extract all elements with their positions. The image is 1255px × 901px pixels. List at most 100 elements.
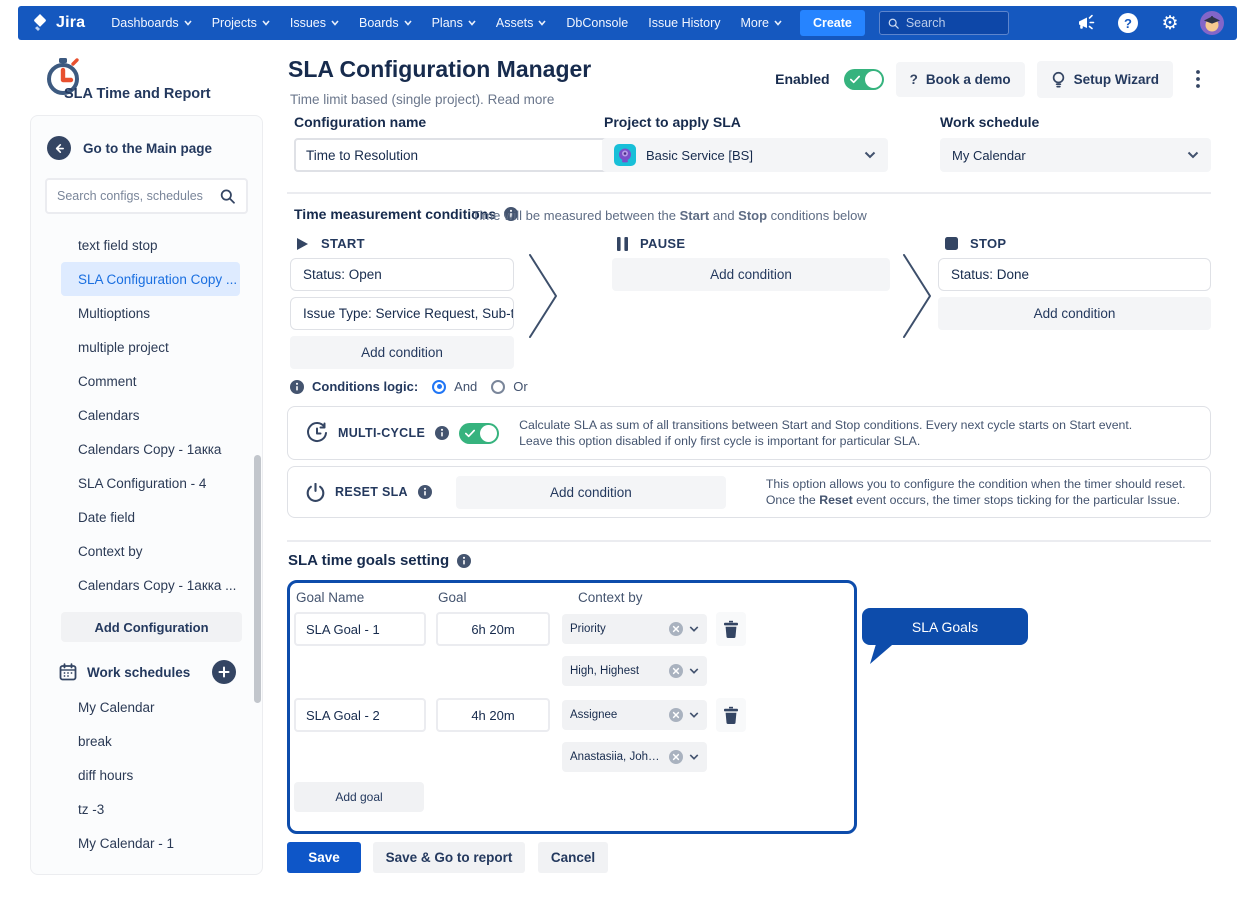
stop-condition-chip[interactable]: Status: Done [938, 258, 1211, 291]
help-button[interactable]: ? [1115, 10, 1141, 36]
enabled-toggle[interactable] [844, 69, 884, 90]
add-schedule-button[interactable] [212, 660, 236, 684]
reset-add-condition-button[interactable]: Add condition [456, 476, 726, 509]
logic-or-radio[interactable] [491, 380, 505, 394]
add-configuration-button[interactable]: Add Configuration [61, 612, 242, 642]
nav-item-issue-history[interactable]: Issue History [640, 6, 728, 40]
pause-icon [617, 237, 628, 251]
multi-cycle-description: Calculate SLA as sum of all transitions … [519, 417, 1132, 449]
sidebar-config-item[interactable]: Multioptions [31, 296, 262, 330]
sidebar-config-item[interactable]: Calendars Copy - 1акка [31, 432, 262, 466]
sidebar-schedule-item[interactable]: tz -3 [31, 792, 262, 826]
settings-button[interactable]: ⚙ [1157, 10, 1183, 36]
goal-name-input[interactable] [294, 612, 426, 646]
chevron-down-icon [689, 711, 699, 719]
context-value-select[interactable]: High, Highest [562, 656, 707, 686]
info-icon[interactable] [418, 485, 432, 499]
sidebar-scrollbar[interactable] [254, 455, 261, 703]
project-select[interactable]: Basic Service [BS] [602, 138, 888, 172]
info-icon[interactable] [435, 426, 449, 440]
brand-name: Jira [56, 14, 85, 32]
save-go-report-button[interactable]: Save & Go to report [373, 842, 525, 873]
goal-value-input[interactable] [436, 698, 550, 732]
start-add-condition-button[interactable]: Add condition [290, 336, 514, 369]
page-subtitle: Time limit based (single project). Read … [290, 92, 554, 107]
stop-add-condition-button[interactable]: Add condition [938, 297, 1211, 330]
clear-icon[interactable] [669, 708, 683, 722]
context-field-select[interactable]: Priority [562, 614, 707, 644]
cancel-button[interactable]: Cancel [538, 842, 608, 873]
sidebar-config-item[interactable]: Context by [31, 534, 262, 568]
book-demo-button[interactable]: ? Book a demo [896, 62, 1025, 97]
app-title: SLA Time and Report [64, 86, 211, 102]
goal-value-input[interactable] [436, 612, 550, 646]
start-condition-chip[interactable]: Issue Type: Service Request, Sub-task, T… [290, 297, 514, 330]
nav-search[interactable] [879, 11, 1009, 35]
trash-icon [723, 706, 739, 724]
nav-item-issues[interactable]: Issues [282, 6, 347, 40]
multi-cycle-toggle[interactable] [459, 423, 499, 444]
add-goal-button[interactable]: Add goal [294, 782, 424, 812]
sidebar-search[interactable] [45, 178, 248, 214]
sidebar-schedule-item[interactable]: My Calendar [31, 690, 262, 724]
help-icon: ? [1118, 13, 1138, 33]
sidebar-config-item[interactable]: Calendars [31, 398, 262, 432]
more-options-button[interactable] [1185, 60, 1211, 98]
setup-wizard-button[interactable]: Setup Wizard [1037, 61, 1173, 98]
create-button[interactable]: Create [800, 10, 865, 36]
play-icon [296, 237, 309, 251]
sidebar-config-item[interactable]: Comment [31, 364, 262, 398]
sidebar-config-item[interactable]: text field stop [31, 228, 262, 262]
sidebar-config-item-selected[interactable]: SLA Configuration Copy ... [61, 262, 240, 296]
nav-item-projects[interactable]: Projects [204, 6, 278, 40]
context-field-select[interactable]: Assignee [562, 700, 707, 730]
sidebar-search-input[interactable] [57, 189, 220, 203]
configuration-name-input[interactable] [294, 138, 628, 172]
sidebar-schedule-item[interactable]: break [31, 724, 262, 758]
reset-sla-label: RESET SLA [335, 485, 408, 499]
sidebar-schedule-item[interactable]: My Calendar - 1 [31, 826, 262, 860]
nav-item-boards[interactable]: Boards [351, 6, 420, 40]
nav-item-dbconsole[interactable]: DbConsole [558, 6, 636, 40]
goal-name-column-label: Goal Name [296, 590, 364, 605]
sidebar-schedule-item[interactable]: diff hours [31, 758, 262, 792]
conditions-logic-label: Conditions logic: [312, 379, 418, 394]
pause-add-condition-button[interactable]: Add condition [612, 258, 890, 291]
clear-icon[interactable] [669, 664, 683, 678]
clear-icon[interactable] [669, 622, 683, 636]
sidebar-config-item[interactable]: Date field [31, 500, 262, 534]
info-icon[interactable] [290, 380, 304, 394]
info-icon[interactable] [457, 554, 471, 568]
goal-name-input[interactable] [294, 698, 426, 732]
work-schedule-select[interactable]: My Calendar [940, 138, 1211, 172]
pause-column-label: PAUSE [640, 236, 685, 251]
read-more-link[interactable]: Read more [488, 92, 555, 107]
power-icon [306, 483, 325, 502]
sidebar-config-item[interactable]: Calendars Copy - 1акка ... [31, 568, 262, 602]
sidebar-config-item[interactable]: SLA Configuration - 4 [31, 466, 262, 500]
delete-goal-button[interactable] [716, 698, 746, 732]
conditions-logic-row: Conditions logic: And Or [290, 379, 528, 394]
chevron-down-icon [1187, 151, 1199, 159]
go-to-main-page[interactable]: Go to the Main page [31, 134, 262, 162]
sidebar: Go to the Main page text field stop SLA … [30, 115, 263, 875]
search-icon [220, 188, 236, 205]
nav-item-more[interactable]: More [732, 6, 789, 40]
nav-search-input[interactable] [906, 16, 1000, 30]
announcements-button[interactable] [1073, 10, 1099, 36]
profile-button[interactable] [1199, 10, 1225, 36]
nav-item-dashboards[interactable]: Dashboards [103, 6, 199, 40]
delete-goal-button[interactable] [716, 612, 746, 646]
nav-item-assets[interactable]: Assets [488, 6, 555, 40]
nav-item-plans[interactable]: Plans [424, 6, 484, 40]
clear-icon[interactable] [669, 750, 683, 764]
work-schedules-label: Work schedules [87, 665, 202, 680]
sidebar-config-item[interactable]: multiple project [31, 330, 262, 364]
chevron-down-icon [774, 20, 782, 26]
save-button[interactable]: Save [287, 842, 361, 873]
context-value-select[interactable]: Anastasiia, John Smit... [562, 742, 707, 772]
jira-brand[interactable]: Jira [30, 13, 85, 33]
start-condition-chip[interactable]: Status: Open [290, 258, 514, 291]
logic-and-radio[interactable] [432, 380, 446, 394]
megaphone-icon [1076, 13, 1096, 33]
